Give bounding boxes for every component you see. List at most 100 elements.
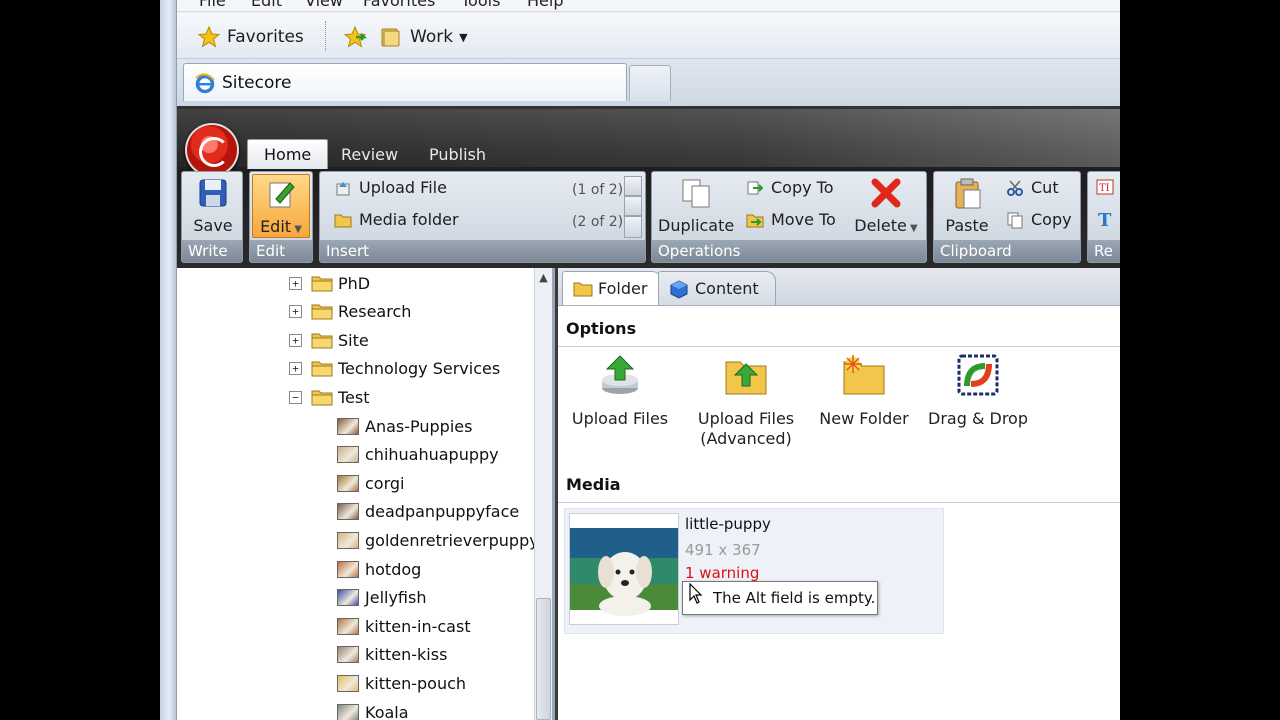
drag-drop-option[interactable]: Drag & Drop — [928, 352, 1028, 429]
menu-view[interactable]: View — [305, 0, 343, 10]
window-frame — [160, 0, 177, 720]
chevron-down-icon: ▼ — [459, 30, 468, 44]
image-thumbnail-icon — [337, 446, 359, 464]
edit-label: Edit — [260, 217, 292, 236]
tab-folder[interactable]: Folder — [562, 271, 662, 305]
delete-button[interactable]: Delete ▼ — [848, 176, 924, 235]
tab-content[interactable]: Content — [658, 271, 776, 305]
menu-file[interactable]: File — [199, 0, 226, 10]
separator — [325, 21, 327, 51]
tree-folder[interactable]: + PhD — [289, 270, 370, 296]
tree-media-item[interactable]: Koala — [337, 699, 409, 720]
tab-review[interactable]: Review — [325, 139, 414, 169]
group-caption-edit: Edit — [250, 240, 312, 262]
tree-scrollbar[interactable]: ▲ — [534, 268, 552, 720]
tree-media-item[interactable]: Anas-Puppies — [337, 413, 472, 439]
display-name-button[interactable]: T — [1096, 210, 1120, 228]
media-folder-button[interactable]: Media folder — [334, 210, 459, 229]
tree-folder[interactable]: + Technology Services — [289, 356, 500, 382]
scroll-up-icon[interactable]: ▲ — [536, 271, 551, 286]
media-item-warning[interactable]: 1 warning — [685, 564, 759, 582]
sitecore-logo-icon[interactable] — [185, 123, 239, 177]
tree-item-label: Koala — [365, 702, 409, 720]
drag-drop-label: Drag & Drop — [928, 409, 1028, 428]
favorites-button[interactable]: Favorites — [197, 25, 304, 49]
media-thumbnail[interactable] — [569, 513, 679, 625]
expand-gallery-button[interactable] — [624, 216, 642, 238]
image-thumbnail-icon — [337, 703, 359, 720]
upload-file-label: Upload File — [359, 178, 447, 197]
tree-media-item[interactable]: hotdog — [337, 556, 421, 582]
tree-media-item[interactable]: Jellyfish — [337, 585, 426, 611]
folder-icon — [573, 282, 593, 296]
tree-media-item[interactable]: goldenretrieverpuppy — [337, 527, 539, 553]
upload-files-advanced-option[interactable]: Upload Files (Advanced) — [686, 352, 806, 449]
content-tree: + PhD + Research + Site + Technology Services − T… — [177, 268, 555, 720]
folder-icon — [381, 28, 400, 47]
delete-label: Delete — [854, 216, 907, 235]
move-to-button[interactable]: Move To — [746, 210, 836, 229]
scrollbar-thumb[interactable] — [536, 598, 551, 720]
scroll-up-button[interactable] — [624, 176, 642, 196]
menu-edit[interactable]: Edit — [251, 0, 282, 10]
collapse-icon[interactable]: − — [289, 390, 302, 404]
media-item-card[interactable]: little-puppy 491 x 367 1 warning The Alt… — [564, 508, 944, 634]
add-favorite-button[interactable] — [343, 25, 369, 49]
expand-icon[interactable]: + — [289, 362, 302, 376]
paste-button[interactable]: Paste — [938, 176, 996, 235]
duplicate-button[interactable]: Duplicate — [658, 176, 734, 235]
tree-media-item[interactable]: corgi — [337, 470, 404, 496]
tree-media-item[interactable]: chihuahuapuppy — [337, 442, 499, 468]
image-thumbnail-icon — [337, 474, 359, 492]
edit-button[interactable]: Edit ▼ — [252, 174, 310, 238]
menu-tools[interactable]: Tools — [461, 0, 500, 10]
ie-icon — [195, 73, 215, 93]
folder-icon — [311, 333, 333, 349]
new-folder-option[interactable]: New Folder — [814, 352, 914, 429]
paste-icon — [955, 178, 981, 209]
work-folder-button[interactable]: Work ▼ — [380, 25, 468, 49]
save-button[interactable]: Save — [190, 176, 236, 235]
scroll-down-button[interactable] — [624, 196, 642, 216]
tree-media-item[interactable]: kitten-kiss — [337, 642, 447, 668]
new-tab-button[interactable] — [629, 65, 671, 101]
tree-folder[interactable]: − Test — [289, 384, 370, 410]
media-item-name[interactable]: little-puppy — [685, 515, 771, 533]
media-heading: Media — [566, 475, 621, 494]
tab-home[interactable]: Home — [247, 139, 329, 169]
tree-folder[interactable]: + Research — [289, 299, 411, 325]
rename-button[interactable]: TI — [1096, 178, 1120, 196]
image-thumbnail-icon — [337, 560, 359, 578]
menu-help[interactable]: Help — [527, 0, 563, 10]
tree-folder[interactable]: + Site — [289, 327, 369, 353]
tree-folder-label: Site — [338, 330, 369, 350]
save-label: Save — [193, 216, 233, 235]
chevron-down-icon: ▼ — [906, 223, 918, 234]
editor-panel: Folder Content Options Upload Files Uplo… — [558, 268, 1120, 720]
copy-to-button[interactable]: Copy To — [746, 178, 834, 197]
tree-media-item[interactable]: deadpanpuppyface — [337, 499, 519, 525]
copy-to-label: Copy To — [771, 178, 834, 197]
menu-favorites[interactable]: Favorites — [363, 0, 435, 10]
svg-text:TI: TI — [1099, 183, 1110, 194]
expand-icon[interactable]: + — [289, 305, 302, 319]
tree-media-item[interactable]: kitten-in-cast — [337, 613, 471, 639]
text-icon: T — [1098, 210, 1112, 228]
upload-files-option[interactable]: Upload Files — [570, 352, 670, 429]
tab-publish[interactable]: Publish — [413, 139, 502, 169]
copy-button[interactable]: Copy — [1006, 210, 1072, 229]
star-icon — [197, 25, 221, 48]
tree-item-label: hotdog — [365, 559, 422, 579]
tree-media-item[interactable]: kitten-pouch — [337, 670, 466, 696]
folder-icon — [311, 390, 333, 406]
upload-file-button[interactable]: Upload File — [334, 178, 447, 197]
expand-icon[interactable]: + — [289, 276, 302, 290]
warning-tooltip: The Alt field is empty. — [682, 581, 878, 615]
image-thumbnail-icon — [337, 589, 359, 607]
cut-button[interactable]: Cut — [1006, 178, 1059, 197]
expand-icon[interactable]: + — [289, 333, 302, 347]
tree-item-label: corgi — [365, 473, 405, 493]
folder-icon — [311, 361, 333, 377]
tab-sitecore[interactable]: Sitecore — [183, 63, 627, 101]
upload-files-advanced-label: Upload Files (Advanced) — [697, 409, 795, 448]
